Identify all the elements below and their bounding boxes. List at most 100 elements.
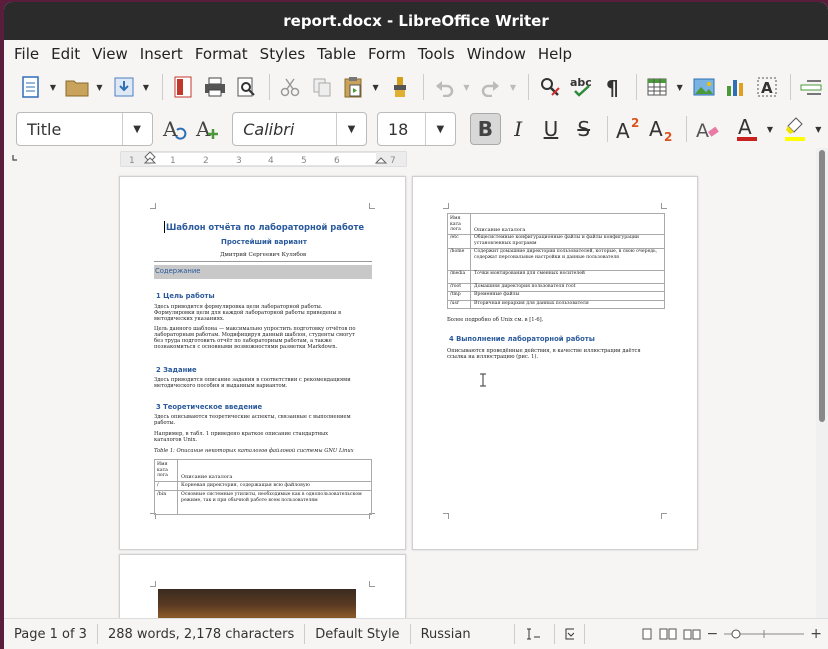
table-dropdown[interactable]: ▼ xyxy=(674,71,685,103)
insert-image-button[interactable] xyxy=(689,71,718,103)
formatting-marks-button[interactable]: ¶ xyxy=(598,71,627,103)
font-color-icon: A xyxy=(736,115,757,141)
redo-button[interactable] xyxy=(476,71,505,103)
table-cell-desc: Временные файлы xyxy=(474,292,520,297)
zoom-in-icon[interactable]: + xyxy=(810,626,822,642)
highlight-button[interactable] xyxy=(780,113,811,145)
menu-styles[interactable]: Styles xyxy=(256,45,314,63)
underline-icon: U xyxy=(543,117,559,141)
standard-toolbar: ▼ ▼ ▼ ▼ ▼ ▼ abc ¶ ▼ A xyxy=(4,67,828,107)
undo-button[interactable] xyxy=(429,71,458,103)
divider xyxy=(154,261,372,262)
menu-view[interactable]: View xyxy=(88,45,136,63)
menu-table[interactable]: Table xyxy=(313,45,364,63)
font-color-dropdown[interactable]: ▼ xyxy=(764,113,776,145)
document-canvas[interactable]: Шаблон отчёта по лабораторной работе Про… xyxy=(4,170,816,618)
zoom-slider[interactable] xyxy=(724,628,805,640)
spelling-button[interactable]: abc xyxy=(567,71,596,103)
font-color-button[interactable]: A xyxy=(731,113,762,145)
bold-button[interactable]: B xyxy=(469,113,501,145)
superscript-button[interactable]: A2 xyxy=(614,113,645,145)
page-style[interactable]: Default Style xyxy=(305,624,411,644)
paste-button[interactable] xyxy=(339,71,368,103)
table-cell-name: /bin xyxy=(157,492,167,497)
word-count[interactable]: 288 words, 2,178 characters xyxy=(98,624,306,644)
paste-dropdown[interactable]: ▼ xyxy=(370,71,381,103)
update-style-button[interactable]: A xyxy=(159,113,190,145)
insert-table-button[interactable] xyxy=(643,71,672,103)
multi-page-view-icon[interactable] xyxy=(659,628,677,640)
text-cursor-icon xyxy=(527,628,541,640)
menu-format[interactable]: Format xyxy=(191,45,256,63)
redo-dropdown[interactable]: ▼ xyxy=(507,71,518,103)
cut-button[interactable] xyxy=(276,71,305,103)
page-3[interactable] xyxy=(119,554,406,618)
svg-text:2: 2 xyxy=(664,130,672,142)
margin-corner xyxy=(661,513,667,519)
language-text: Russian xyxy=(420,626,471,642)
save-dropdown[interactable]: ▼ xyxy=(140,71,151,103)
ruler-mark: 3 xyxy=(236,156,242,166)
page-indicator[interactable]: Page 1 of 3 xyxy=(4,624,98,644)
book-view-icon[interactable] xyxy=(683,628,701,640)
language-indicator[interactable]: Russian xyxy=(411,624,515,644)
menu-form[interactable]: Form xyxy=(364,45,414,63)
dir-table[interactable]: Имя ката лога Описание каталога / Корнев… xyxy=(154,459,372,515)
insert-textbox-button[interactable]: A xyxy=(752,71,781,103)
insert-field-button[interactable] xyxy=(796,71,825,103)
menu-tools[interactable]: Tools xyxy=(414,45,463,63)
save-button[interactable] xyxy=(109,71,138,103)
single-page-view-icon[interactable] xyxy=(641,628,653,640)
new-document-button[interactable] xyxy=(16,71,45,103)
window-titlebar[interactable]: report.docx - LibreOffice Writer xyxy=(4,2,828,40)
vertical-scrollbar[interactable] xyxy=(816,148,828,618)
paragraph: познакомиться с основными возможностями … xyxy=(154,344,338,350)
chevron-down-icon[interactable]: ▼ xyxy=(424,113,455,145)
scrollbar-thumb[interactable] xyxy=(819,150,825,422)
clone-formatting-button[interactable] xyxy=(385,71,414,103)
insert-mode[interactable] xyxy=(515,624,555,644)
menu-window[interactable]: Window xyxy=(463,45,534,63)
font-size-value: 18 xyxy=(387,119,409,139)
clipboard-icon xyxy=(344,77,362,98)
italic-button[interactable]: I xyxy=(503,113,534,145)
new-style-button[interactable]: A xyxy=(191,113,222,145)
open-button[interactable] xyxy=(63,71,92,103)
selection-mode[interactable] xyxy=(555,624,585,644)
menu-help[interactable]: Help xyxy=(534,45,580,63)
strikethrough-button[interactable]: S xyxy=(568,113,599,145)
highlight-dropdown[interactable]: ▼ xyxy=(813,113,825,145)
dir-table-continued[interactable]: Имя ката лога Описание каталога /etc Общ… xyxy=(447,213,665,309)
folder-icon xyxy=(65,80,89,97)
horizontal-ruler[interactable]: 1 1 2 3 4 5 6 7 xyxy=(4,149,828,171)
page-2[interactable]: Имя ката лога Описание каталога /etc Общ… xyxy=(412,176,698,550)
find-replace-button[interactable] xyxy=(535,71,564,103)
paragraph-style-combo[interactable]: Title ▼ xyxy=(16,112,153,146)
print-preview-button[interactable] xyxy=(231,71,260,103)
font-size-combo[interactable]: 18 ▼ xyxy=(376,112,456,146)
doc-title: Шаблон отчёта по лабораторной работе xyxy=(166,222,365,232)
separator xyxy=(635,74,637,100)
menu-insert[interactable]: Insert xyxy=(136,45,191,63)
new-dropdown[interactable]: ▼ xyxy=(47,71,58,103)
subscript-button[interactable]: A2 xyxy=(647,113,678,145)
pdf-icon xyxy=(174,76,192,98)
insert-chart-button[interactable] xyxy=(721,71,750,103)
underline-button[interactable]: U xyxy=(536,113,567,145)
paragraph: каталогов Unix. xyxy=(154,437,198,443)
chevron-down-icon[interactable]: ▼ xyxy=(121,113,152,145)
copy-button[interactable] xyxy=(307,71,336,103)
paragraph: Здесь описываются теоретические аспекты,… xyxy=(154,414,351,420)
chevron-down-icon[interactable]: ▼ xyxy=(335,113,366,145)
export-pdf-button[interactable] xyxy=(168,71,197,103)
zoom-out-icon[interactable]: − xyxy=(707,626,719,642)
menu-edit[interactable]: Edit xyxy=(47,45,88,63)
open-dropdown[interactable]: ▼ xyxy=(94,71,105,103)
font-name-combo[interactable]: Calibri ▼ xyxy=(232,112,367,146)
print-button[interactable] xyxy=(200,71,229,103)
separator xyxy=(789,74,791,100)
page-1[interactable]: Шаблон отчёта по лабораторной работе Про… xyxy=(119,176,406,550)
menu-file[interactable]: File xyxy=(10,45,47,63)
clear-formatting-button[interactable]: A xyxy=(693,113,724,145)
undo-dropdown[interactable]: ▼ xyxy=(461,71,472,103)
